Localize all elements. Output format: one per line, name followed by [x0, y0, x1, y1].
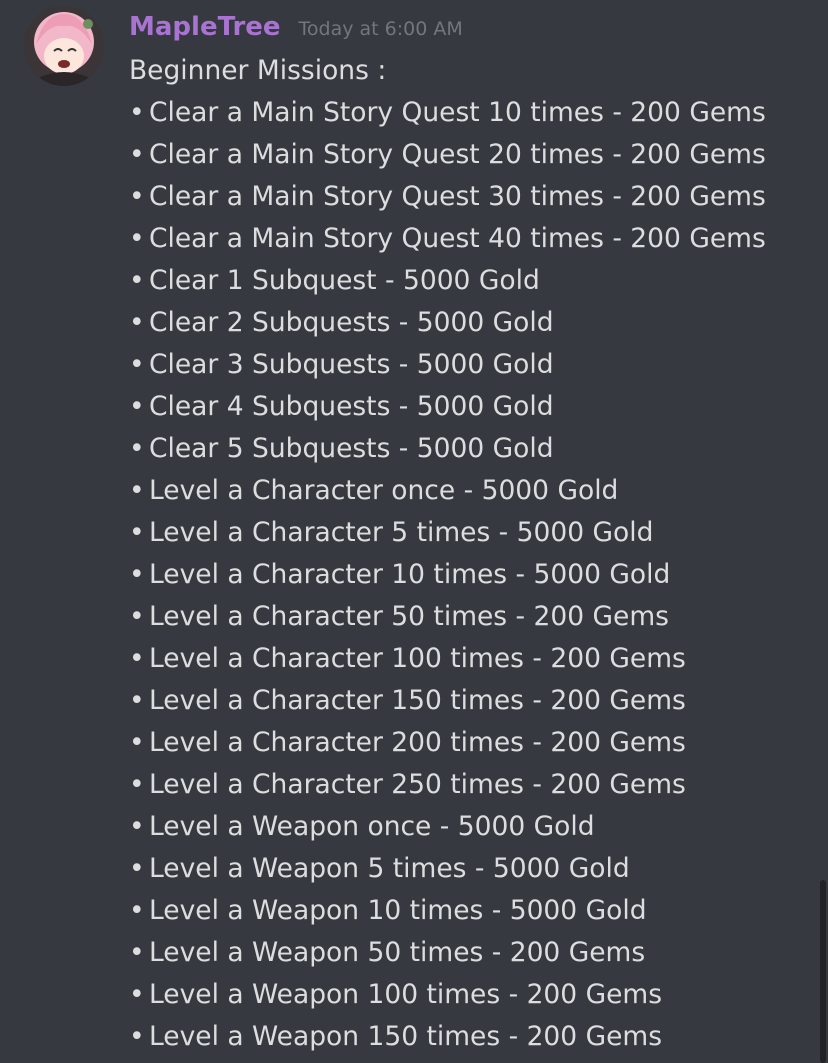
- bullet: •: [129, 139, 145, 170]
- mission-text: Clear a Main Story Quest 40 times - 200 …: [149, 223, 766, 254]
- mission-text: Level a Weapon 10 times - 5000 Gold: [149, 895, 647, 926]
- mission-list-item: • Level a Character 150 times - 200 Gems: [129, 680, 809, 722]
- anime-girl-avatar-icon: [24, 6, 104, 86]
- bullet: •: [129, 769, 145, 800]
- bullet: •: [129, 937, 145, 968]
- mission-list-item: • Level a Weapon 150 times - 200 Gems: [129, 1016, 809, 1058]
- mission-text: Level a Character 250 times - 200 Gems: [149, 769, 686, 800]
- bullet: •: [129, 979, 145, 1010]
- user-avatar[interactable]: [24, 6, 104, 86]
- mission-text: Level a Character once - 5000 Gold: [149, 475, 619, 506]
- mission-text: Clear 1 Subquest - 5000 Gold: [149, 265, 540, 296]
- scrollbar-thumb[interactable]: [820, 880, 826, 1063]
- message-content: Beginner Missions : • Clear a Main Story …: [129, 50, 809, 1058]
- mission-text: Level a Character 5 times - 5000 Gold: [149, 517, 654, 548]
- bullet: •: [129, 559, 145, 590]
- mission-list-item: • Clear 5 Subquests - 5000 Gold: [129, 428, 809, 470]
- mission-list-item: • Level a Weapon 100 times - 200 Gems: [129, 974, 809, 1016]
- bullet: •: [129, 181, 145, 212]
- mission-list-item: • Level a Character once - 5000 Gold: [129, 470, 809, 512]
- bullet: •: [129, 223, 145, 254]
- mission-list-item: • Level a Weapon 50 times - 200 Gems: [129, 932, 809, 974]
- mission-list-item: • Clear 3 Subquests - 5000 Gold: [129, 344, 809, 386]
- mission-list-item: • Clear a Main Story Quest 30 times - 200…: [129, 176, 809, 218]
- bullet: •: [129, 685, 145, 716]
- bullet: •: [129, 853, 145, 884]
- mission-list-item: • Level a Character 200 times - 200 Gems: [129, 722, 809, 764]
- bullet: •: [129, 475, 145, 506]
- mission-list-item: • Level a Character 50 times - 200 Gems: [129, 596, 809, 638]
- mission-text: Level a Weapon 150 times - 200 Gems: [149, 1021, 663, 1052]
- mission-text: Level a Weapon 50 times - 200 Gems: [149, 937, 646, 968]
- mission-list-item: • Clear a Main Story Quest 40 times - 200…: [129, 218, 809, 260]
- bullet: •: [129, 433, 145, 464]
- bullet: •: [129, 307, 145, 338]
- mission-text: Level a Weapon once - 5000 Gold: [149, 811, 595, 842]
- mission-text: Level a Character 100 times - 200 Gems: [149, 643, 686, 674]
- mission-text: Level a Character 200 times - 200 Gems: [149, 727, 686, 758]
- mission-text: Level a Character 50 times - 200 Gems: [149, 601, 669, 632]
- bullet: •: [129, 1021, 145, 1052]
- mission-list-item: • Level a Character 5 times - 5000 Gold: [129, 512, 809, 554]
- mission-text: Clear 2 Subquests - 5000 Gold: [149, 307, 554, 338]
- mission-text: Level a Character 150 times - 200 Gems: [149, 685, 686, 716]
- bullet: •: [129, 727, 145, 758]
- mission-text: Level a Character 10 times - 5000 Gold: [149, 559, 671, 590]
- bullet: •: [129, 97, 145, 128]
- mission-text: Clear a Main Story Quest 30 times - 200 …: [149, 181, 766, 212]
- mission-list-item: • Clear a Main Story Quest 10 times - 200…: [129, 92, 809, 134]
- username[interactable]: MapleTree: [129, 8, 281, 46]
- mission-text: Level a Weapon 100 times - 200 Gems: [149, 979, 663, 1010]
- timestamp[interactable]: Today at 6:00 AM: [299, 10, 463, 48]
- mission-list-item: • Clear a Main Story Quest 20 times - 200…: [129, 134, 809, 176]
- mission-list-item: • Level a Character 10 times - 5000 Gold: [129, 554, 809, 596]
- mission-list-item: • Level a Weapon 10 times - 5000 Gold: [129, 890, 809, 932]
- bullet: •: [129, 517, 145, 548]
- bullet: •: [129, 643, 145, 674]
- mission-text: Clear a Main Story Quest 10 times - 200 …: [149, 97, 766, 128]
- mission-list-item: • Level a Character 250 times - 200 Gems: [129, 764, 809, 806]
- mission-text: Clear a Main Story Quest 20 times - 200 …: [149, 139, 766, 170]
- mission-text: Level a Weapon 5 times - 5000 Gold: [149, 853, 630, 884]
- bullet: •: [129, 349, 145, 380]
- mission-list-item: • Clear 2 Subquests - 5000 Gold: [129, 302, 809, 344]
- mission-text: Clear 3 Subquests - 5000 Gold: [149, 349, 554, 380]
- mission-text: Clear 4 Subquests - 5000 Gold: [149, 391, 554, 422]
- bullet: •: [129, 265, 145, 296]
- bullet: •: [129, 895, 145, 926]
- mission-list-item: • Level a Weapon 5 times - 5000 Gold: [129, 848, 809, 890]
- bullet: •: [129, 391, 145, 422]
- bullet: •: [129, 811, 145, 842]
- mission-list-item: • Clear 4 Subquests - 5000 Gold: [129, 386, 809, 428]
- message-header: MapleTree Today at 6:00 AM: [129, 8, 463, 48]
- mission-list-item: • Clear 1 Subquest - 5000 Gold: [129, 260, 809, 302]
- mission-text: Clear 5 Subquests - 5000 Gold: [149, 433, 554, 464]
- mission-list-item: • Level a Character 100 times - 200 Gems: [129, 638, 809, 680]
- chat-message: MapleTree Today at 6:00 AM Beginner Miss…: [0, 0, 828, 1063]
- message-heading: Beginner Missions :: [129, 55, 387, 86]
- mission-list-item: • Level a Weapon once - 5000 Gold: [129, 806, 809, 848]
- bullet: •: [129, 601, 145, 632]
